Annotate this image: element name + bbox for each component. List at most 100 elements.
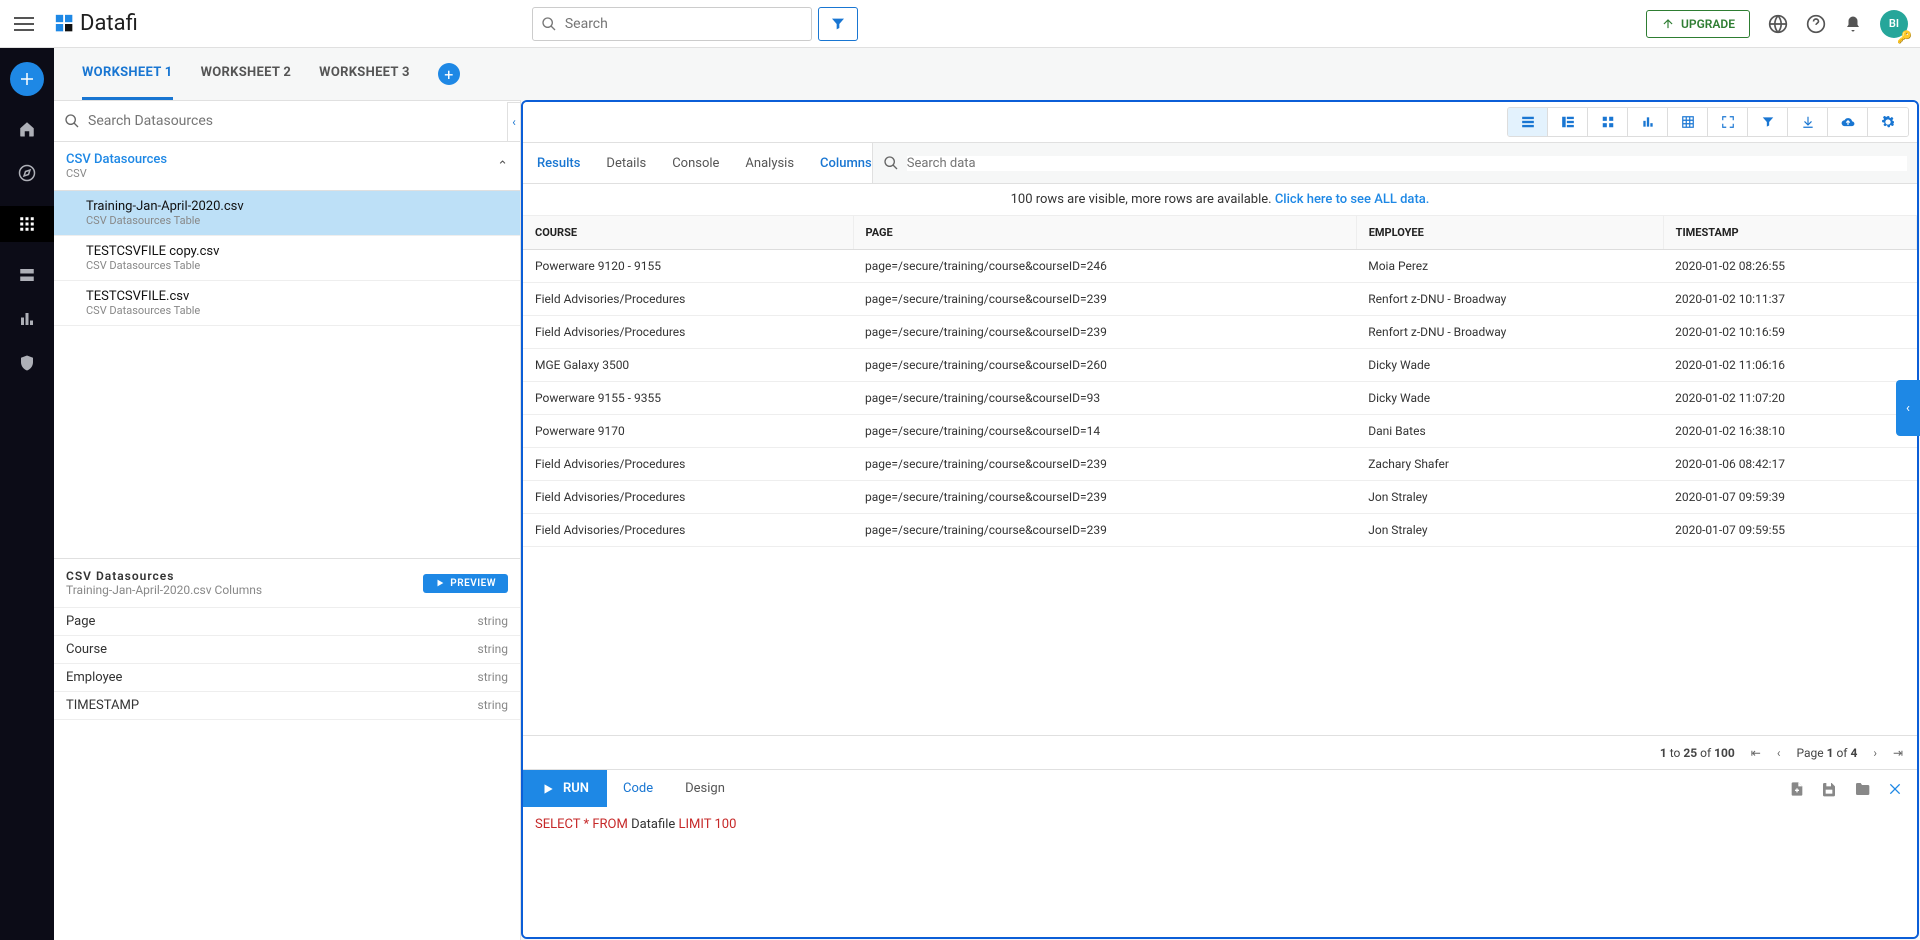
banner-text: 100 rows are visible, more rows are avai… <box>1011 192 1275 207</box>
result-subtab-analysis[interactable]: Analysis <box>745 156 794 171</box>
view-rows-icon[interactable] <box>1508 108 1548 136</box>
view-bar-icon[interactable] <box>1628 108 1668 136</box>
help-icon[interactable] <box>1806 14 1826 34</box>
add-worksheet-button[interactable]: + <box>438 63 460 85</box>
result-subtab-console[interactable]: Console <box>672 156 719 171</box>
datasource-panel: ‹ CSV Datasources CSV ⌃ Training-Jan-Apr… <box>54 100 521 940</box>
table-row[interactable]: Powerware 9170page=/secure/training/cour… <box>523 415 1917 448</box>
play-icon <box>435 578 445 588</box>
folder-icon[interactable] <box>1853 781 1871 797</box>
view-filter-icon[interactable] <box>1748 108 1788 136</box>
save-icon[interactable] <box>1821 781 1837 797</box>
result-subtab-results[interactable]: Results <box>537 156 580 171</box>
column-preview-panel: CSV Datasources Training-Jan-April-2020.… <box>54 558 520 940</box>
preview-title: CSV Datasources <box>66 569 262 583</box>
table-cell: Dicky Wade <box>1356 382 1663 415</box>
datasource-group[interactable]: CSV Datasources CSV ⌃ <box>54 142 520 191</box>
table-cell: 2020-01-02 11:06:16 <box>1663 349 1916 382</box>
table-row[interactable]: Field Advisories/Procedurespage=/secure/… <box>523 481 1917 514</box>
pager-next-icon[interactable]: › <box>1873 746 1877 760</box>
column-row[interactable]: Pagestring <box>54 608 520 636</box>
table-row[interactable]: Field Advisories/Procedurespage=/secure/… <box>523 316 1917 349</box>
tab-code[interactable]: Code <box>607 781 669 796</box>
table-cell: page=/secure/training/course&courseID=14 <box>853 415 1356 448</box>
storage-icon[interactable] <box>16 264 38 286</box>
shield-icon[interactable] <box>16 352 38 374</box>
pager-prev-icon[interactable]: ‹ <box>1777 746 1781 760</box>
tab-design[interactable]: Design <box>669 781 741 796</box>
filter-button[interactable] <box>818 7 858 41</box>
datasource-file[interactable]: TESTCSVFILE copy.csvCSV Datasources Tabl… <box>54 236 520 281</box>
datasource-search[interactable]: ‹ <box>54 100 520 142</box>
table-row[interactable]: Powerware 9120 - 9155page=/secure/traini… <box>523 250 1917 283</box>
worksheet-tab-2[interactable]: WORKSHEET 2 <box>201 48 292 100</box>
search-input[interactable] <box>565 16 803 32</box>
data-table: COURSEPAGEEMPLOYEETIMESTAMP Powerware 91… <box>523 216 1917 735</box>
see-all-link[interactable]: Click here to see ALL data. <box>1275 192 1430 207</box>
chart-icon[interactable] <box>16 308 38 330</box>
datasource-file[interactable]: Training-Jan-April-2020.csvCSV Datasourc… <box>54 191 520 236</box>
avatar[interactable]: BI 🔑 <box>1880 10 1908 38</box>
data-search-input[interactable] <box>907 156 1907 171</box>
column-header[interactable]: EMPLOYEE <box>1356 216 1663 250</box>
sql-editor[interactable]: SELECT * FROM Datafile LIMIT 100 <box>523 807 1917 937</box>
download-icon[interactable] <box>1788 108 1828 136</box>
view-table-icon[interactable] <box>1668 108 1708 136</box>
column-header[interactable]: TIMESTAMP <box>1663 216 1916 250</box>
globe-icon[interactable] <box>1768 14 1788 34</box>
pager-first-icon[interactable]: ⇤ <box>1751 746 1761 760</box>
apps-icon[interactable] <box>0 206 54 242</box>
hamburger-menu-icon[interactable] <box>12 12 36 36</box>
home-icon[interactable] <box>16 118 38 140</box>
collapse-panel-icon[interactable]: ‹ <box>507 102 521 142</box>
table-row[interactable]: Field Advisories/Procedurespage=/secure/… <box>523 448 1917 481</box>
worksheet-tab-1[interactable]: WORKSHEET 1 <box>82 48 173 100</box>
explore-icon[interactable] <box>16 162 38 184</box>
upload-icon <box>1661 17 1675 31</box>
gear-icon[interactable] <box>1868 108 1908 136</box>
pager-last-icon[interactable]: ⇥ <box>1893 746 1903 760</box>
table-row[interactable]: Field Advisories/Procedurespage=/secure/… <box>523 283 1917 316</box>
topbar: Datafi UPGRADE BI 🔑 <box>0 0 1920 48</box>
result-subtab-details[interactable]: Details <box>606 156 646 171</box>
column-name: TIMESTAMP <box>66 698 139 713</box>
table-cell: Powerware 9170 <box>523 415 853 448</box>
run-button[interactable]: RUN <box>523 770 607 808</box>
table-cell: Dani Bates <box>1356 415 1663 448</box>
upgrade-button[interactable]: UPGRADE <box>1646 10 1750 38</box>
table-row[interactable]: MGE Galaxy 3500page=/secure/training/cou… <box>523 349 1917 382</box>
view-grid-icon[interactable] <box>1588 108 1628 136</box>
result-subtab-columns[interactable]: Columns <box>820 156 872 171</box>
file-subtitle: CSV Datasources Table <box>86 304 508 317</box>
left-rail <box>0 48 54 940</box>
bell-icon[interactable] <box>1844 14 1862 34</box>
column-row[interactable]: Employeestring <box>54 664 520 692</box>
datasource-file[interactable]: TESTCSVFILE.csvCSV Datasources Table <box>54 281 520 326</box>
sql-from: FROM <box>592 817 631 832</box>
new-file-icon[interactable] <box>1789 781 1805 797</box>
side-drawer-handle[interactable]: ‹ <box>1896 380 1920 436</box>
column-row[interactable]: TIMESTAMPstring <box>54 692 520 720</box>
column-header[interactable]: COURSE <box>523 216 853 250</box>
column-header[interactable]: PAGE <box>853 216 1356 250</box>
search-input-wrap[interactable] <box>532 7 812 41</box>
table-row[interactable]: Powerware 9155 - 9355page=/secure/traini… <box>523 382 1917 415</box>
table-row[interactable]: Field Advisories/Procedurespage=/secure/… <box>523 514 1917 547</box>
view-left-icon[interactable] <box>1548 108 1588 136</box>
add-button[interactable] <box>10 62 44 96</box>
topbar-actions: UPGRADE BI 🔑 <box>1646 10 1908 38</box>
sql-select: SELECT <box>535 817 584 832</box>
table-cell: page=/secure/training/course&courseID=23… <box>853 283 1356 316</box>
view-fullscreen-icon[interactable] <box>1708 108 1748 136</box>
table-cell: 2020-01-07 09:59:55 <box>1663 514 1916 547</box>
preview-button[interactable]: PREVIEW <box>423 574 508 593</box>
worksheet-tab-3[interactable]: WORKSHEET 3 <box>319 48 410 100</box>
cloud-upload-icon[interactable] <box>1828 108 1868 136</box>
close-icon[interactable] <box>1887 781 1903 797</box>
preview-label: PREVIEW <box>450 578 496 589</box>
data-search[interactable] <box>872 142 1917 184</box>
datasource-search-input[interactable] <box>88 113 510 129</box>
column-row[interactable]: Coursestring <box>54 636 520 664</box>
pager: 1 to 25 of 100 ⇤ ‹ Page 1 of 4 › ⇥ <box>523 735 1917 769</box>
search-icon <box>883 155 899 171</box>
